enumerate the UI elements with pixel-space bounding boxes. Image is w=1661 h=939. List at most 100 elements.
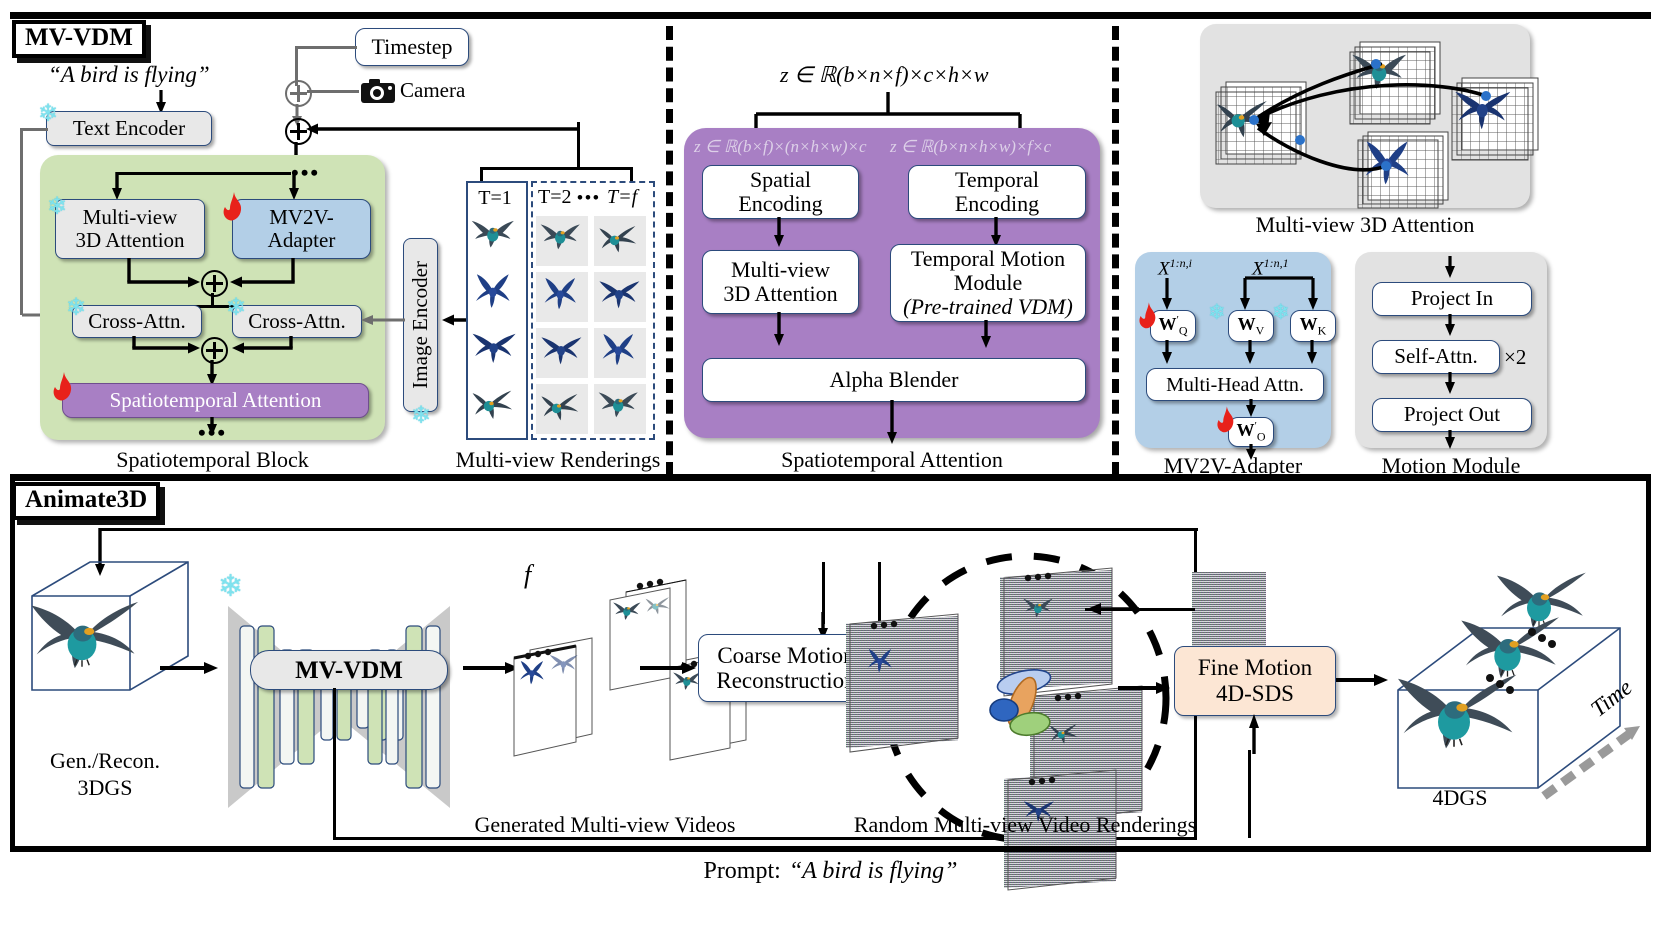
arrow-imgenc-to-crossattn: [361, 315, 405, 325]
snowflake-icon-wk: ❄: [1272, 300, 1290, 324]
ellipsis-bottom-green: •••: [198, 420, 228, 445]
alpha-blender-label: Alpha Blender: [829, 366, 959, 392]
prompt-line: Prompt: “A bird is flying”: [0, 858, 1661, 885]
prompt-text-mvvdm: “A bird is flying”: [48, 62, 210, 87]
project-in-label: Project In: [1410, 286, 1494, 311]
multi-head-attn-label: Multi-Head Attn.: [1166, 373, 1304, 396]
line-fine-bottom-feed: [1248, 750, 1252, 838]
temporal-motion-module-box[interactable]: Temporal Motion Module (Pre-trained VDM): [890, 244, 1086, 322]
random-plane-left-bird: [849, 613, 959, 753]
bird-tile-r1c1: [540, 224, 580, 250]
snowflake-icon-crossattn-left: ❄: [66, 295, 87, 321]
middle-divider-rule: [10, 474, 1651, 481]
caption-4dgs: 4DGS: [1432, 785, 1488, 810]
caption-spatiotemporal-block: Spatiotemporal Block: [116, 447, 309, 472]
arrow-tmm-to-blender: [981, 320, 991, 348]
line-timestep-h: [295, 46, 357, 49]
arrow-from-renderings: [306, 123, 580, 135]
self-attn-repeat-label: ×2: [1504, 345, 1527, 369]
arrow-mv3d-to-merge: [127, 258, 200, 288]
spatial-encoding-label: Spatial Encoding: [738, 166, 823, 216]
mv3d-attention-illustration: [1215, 41, 1539, 209]
fine-line2: 4D-SDS: [1216, 681, 1294, 706]
wv-label: WV: [1237, 313, 1265, 338]
bottom-divider-rule: [10, 846, 1651, 852]
wv-box[interactable]: WV: [1228, 310, 1274, 342]
prompt-value: “A bird is flying”: [788, 858, 958, 884]
line-renderings-vert: [577, 122, 581, 170]
text-encoder-box[interactable]: Text Encoder: [46, 111, 212, 146]
unet-mvvdm-label: MV-VDM: [295, 656, 403, 684]
left-tensor-notation: z ∈ ℝ(b×f)×(n×h×w)×c: [694, 137, 867, 156]
top-divider-rule: [10, 12, 1651, 19]
spatiotemporal-attention-label: Spatiotemporal Attention: [109, 388, 322, 412]
tmm-line2: Module: [953, 269, 1023, 295]
text-encoder-label: Text Encoder: [72, 116, 186, 141]
spatial-encoding-box[interactable]: Spatial Encoding: [702, 165, 859, 219]
cross-attn-right-label: Cross-Attn.: [248, 309, 346, 334]
mv3d-attention-box-panel2[interactable]: Multi-view 3D Attention: [702, 250, 859, 314]
section-tag-animate3d: Animate3D: [12, 482, 161, 521]
spatiotemporal-attention-bar[interactable]: Spatiotemporal Attention: [62, 383, 369, 418]
project-out-label: Project Out: [1403, 402, 1501, 427]
arrow-spatial-to-mv3d: [774, 217, 784, 247]
renderings-dots: •••: [577, 188, 601, 207]
noise-tile: [1192, 572, 1266, 646]
oplus-timestep-camera: [285, 80, 312, 107]
arrow-noise-into-ellipse: [1087, 603, 1139, 615]
prompt-prefix: Prompt:: [703, 858, 781, 884]
camera-icon: [360, 78, 396, 104]
arrow-videos-to-coarse: [640, 662, 696, 674]
mv2v-line1: MV2V-: [269, 204, 334, 229]
mv2v-adapter-box[interactable]: MV2V- Adapter: [232, 199, 371, 259]
bird-t1-v3: [472, 333, 516, 363]
cross-attn-right-box[interactable]: Cross-Attn.: [232, 305, 362, 338]
renderings-tf-label: T=f: [607, 186, 638, 208]
caption-generated-videos: Generated Multi-view Videos: [474, 812, 736, 837]
alpha-blender-box[interactable]: Alpha Blender: [702, 358, 1086, 402]
coarse-line1: Coarse Motion: [717, 642, 855, 668]
unet-mvvdm-label-box[interactable]: MV-VDM: [250, 650, 448, 690]
self-attn-box[interactable]: Self-Attn.: [1372, 340, 1500, 374]
wq-label: W′Q: [1158, 314, 1188, 338]
arrow-feedback-up-to-fine: [1249, 714, 1259, 754]
timestep-label: Timestep: [371, 33, 453, 59]
timestep-box[interactable]: Timestep: [355, 28, 469, 66]
cross-attn-left-box[interactable]: Cross-Attn.: [72, 305, 202, 338]
arrow-random-to-fine: [1118, 682, 1170, 694]
wk-box[interactable]: WK: [1290, 310, 1336, 342]
caption-gen-recon-l1: Gen./Recon.: [50, 748, 160, 773]
multi-head-attn-box[interactable]: Multi-Head Attn.: [1146, 368, 1324, 401]
bird-tile-r4c2: [598, 392, 638, 418]
bird-tile-r2c1: [544, 278, 576, 310]
snowflake-icon-crossattn-right: ❄: [226, 295, 247, 321]
input-tensor-notation: z ∈ ℝ(b×n×f)×c×h×w: [780, 62, 989, 87]
multiview-3d-attention-box[interactable]: Multi-view 3D Attention: [55, 199, 205, 259]
image-encoder-box[interactable]: Image Encoder: [403, 238, 438, 412]
bird-tile-r3c2: [602, 334, 634, 366]
right-tensor-notation: z ∈ ℝ(b×n×h×w)×f×c: [890, 137, 1052, 156]
caption-mv3d-attention: Multi-view 3D Attention: [1255, 212, 1475, 237]
snowflake-icon-unet: ❄: [218, 570, 244, 603]
bird-t1-v1: [471, 220, 514, 248]
divider-dashed-right: [1112, 26, 1119, 476]
renderings-t1-label: T=1: [478, 186, 512, 209]
wo-label: W′O: [1236, 420, 1266, 444]
fine-motion-box[interactable]: Fine Motion 4D-SDS: [1174, 646, 1336, 716]
arrow-selfattn-to-projectout: [1445, 372, 1455, 394]
project-out-box[interactable]: Project Out: [1372, 398, 1532, 432]
gaussian-ellipsoids-icon: [989, 669, 1052, 737]
x-left-notation: X1:n,i: [1158, 256, 1192, 280]
bird-t1-v2: [476, 274, 510, 308]
bird-tile-r3c1: [541, 337, 582, 365]
section-tag-mvvdm: MV-VDM: [12, 20, 146, 59]
caption-spatiotemporal-attention: Spatiotemporal Attention: [781, 447, 1003, 472]
arrow-3dgs-to-unet: [160, 662, 218, 674]
project-in-box[interactable]: Project In: [1372, 282, 1532, 316]
caption-random-renderings: Random Multi-view Video Renderings: [853, 812, 1197, 837]
line-renderings-bracket-left: [480, 167, 484, 181]
coarse-line2: Reconstruction: [716, 668, 856, 693]
snowflake-icon-wv: ❄: [1208, 300, 1226, 324]
temporal-encoding-box[interactable]: Temporal Encoding: [908, 165, 1086, 219]
line-green-split-h: [116, 172, 291, 176]
